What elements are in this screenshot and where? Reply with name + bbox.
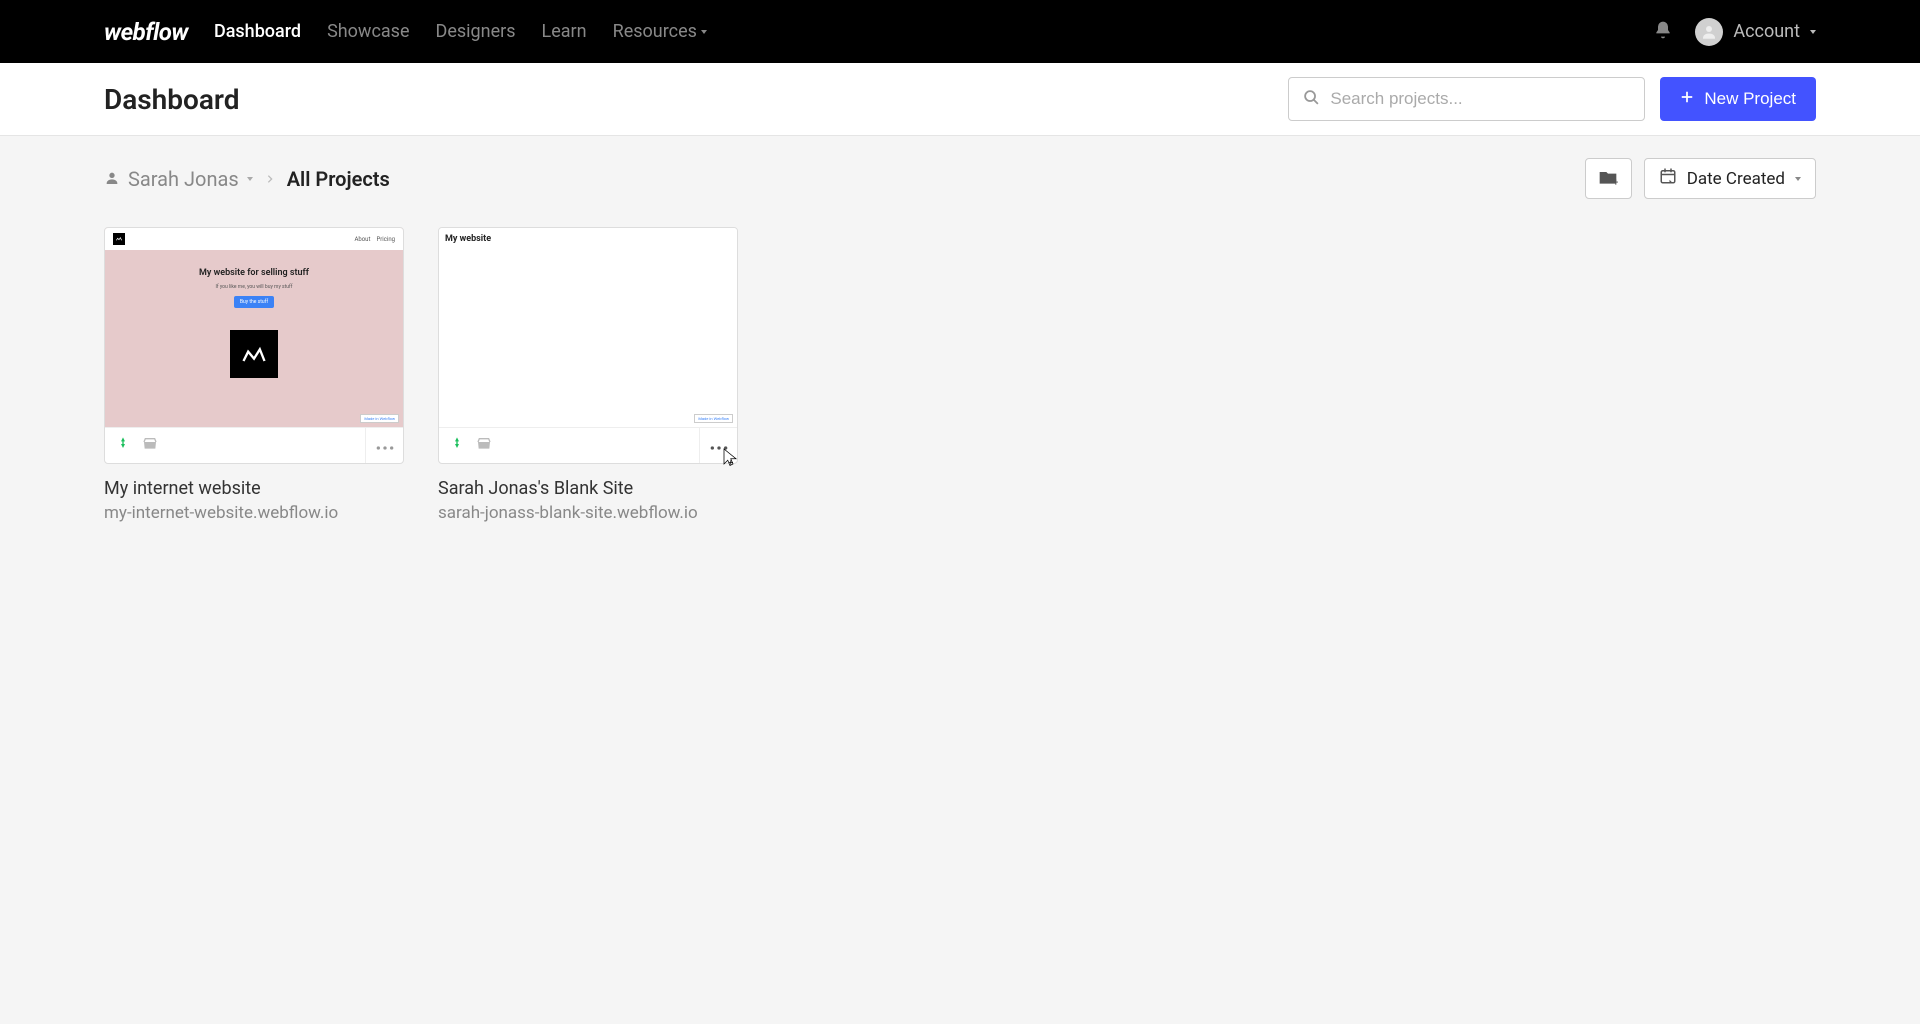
- chevron-down-icon: [701, 30, 707, 34]
- folder-plus-icon: +: [1598, 168, 1618, 190]
- breadcrumb-current: All Projects: [287, 167, 390, 191]
- ecommerce-icon: [141, 436, 159, 456]
- nav-resources-label: Resources: [613, 21, 697, 42]
- made-in-badge: Made in Webflow: [360, 414, 399, 423]
- logo[interactable]: webflow: [104, 18, 188, 46]
- projects-grid: About Pricing My website for selling stu…: [0, 199, 1920, 551]
- project-url: my-internet-website.webflow.io: [104, 503, 404, 523]
- top-nav-right: Account: [1653, 18, 1816, 46]
- calendar-icon: [1659, 167, 1677, 190]
- sort-label: Date Created: [1687, 169, 1785, 189]
- ecommerce-icon: [475, 436, 493, 456]
- breadcrumb: Sarah Jonas All Projects: [104, 167, 390, 191]
- nav-designers[interactable]: Designers: [436, 21, 516, 42]
- nav-resources[interactable]: Resources: [613, 21, 707, 42]
- project-more-button[interactable]: [699, 428, 737, 463]
- more-horizontal-icon: [709, 436, 729, 455]
- top-nav: webflow Dashboard Showcase Designers Lea…: [0, 0, 1920, 63]
- nav-showcase[interactable]: Showcase: [327, 21, 409, 42]
- avatar: [1695, 18, 1723, 46]
- thumb-body: My website for selling stuff If you like…: [105, 250, 403, 378]
- new-folder-button[interactable]: +: [1585, 158, 1632, 199]
- thumb-subtitle: If you like me, you will buy my stuff: [215, 284, 292, 290]
- project-thumbnail[interactable]: My website Made in Webflow: [439, 228, 737, 427]
- nav-dashboard[interactable]: Dashboard: [214, 21, 301, 42]
- thumb-mini-nav: About Pricing: [354, 236, 395, 243]
- chevron-down-icon: [1810, 30, 1816, 34]
- new-project-label: New Project: [1704, 89, 1796, 109]
- top-nav-left: webflow Dashboard Showcase Designers Lea…: [104, 18, 707, 46]
- account-menu[interactable]: Account: [1695, 18, 1816, 46]
- project-status-icons: [449, 436, 493, 456]
- page-title: Dashboard: [104, 83, 240, 116]
- project-card[interactable]: About Pricing My website for selling stu…: [104, 227, 404, 523]
- made-in-badge: Made in Webflow: [694, 414, 733, 423]
- search-input[interactable]: [1330, 89, 1630, 109]
- workspace-name: Sarah Jonas: [128, 167, 239, 191]
- new-project-button[interactable]: New Project: [1660, 77, 1816, 121]
- nav-learn[interactable]: Learn: [542, 21, 587, 42]
- account-label: Account: [1733, 21, 1800, 42]
- plus-icon: [1680, 89, 1694, 109]
- sort-selector[interactable]: Date Created: [1644, 158, 1816, 199]
- chevron-down-icon: [1795, 177, 1801, 181]
- thumb-nav-item: Pricing: [376, 236, 395, 243]
- page-header: Dashboard New Project: [0, 63, 1920, 136]
- thumb-title: My website: [445, 234, 491, 244]
- project-card-footer: [105, 427, 403, 463]
- header-actions: New Project: [1288, 77, 1816, 121]
- thumb-logo-big: [230, 330, 278, 378]
- chevron-right-icon: [265, 167, 275, 191]
- project-thumbnail-frame: About Pricing My website for selling stu…: [104, 227, 404, 464]
- project-card[interactable]: My website Made in Webflow: [438, 227, 738, 523]
- thumb-cta: Buy the stuff: [234, 296, 274, 308]
- workspace-selector[interactable]: Sarah Jonas: [104, 167, 253, 191]
- project-thumbnail-frame: My website Made in Webflow: [438, 227, 738, 464]
- thumb-nav-item: About: [354, 236, 370, 243]
- publish-status-icon: [449, 436, 465, 456]
- thumb-mini-logo: [113, 233, 125, 245]
- more-horizontal-icon: [375, 436, 395, 455]
- search-box[interactable]: [1288, 77, 1645, 121]
- project-name: My internet website: [104, 478, 404, 499]
- project-name: Sarah Jonas's Blank Site: [438, 478, 738, 499]
- nav-links: Dashboard Showcase Designers Learn Resou…: [214, 21, 707, 42]
- project-more-button[interactable]: [365, 428, 403, 463]
- bell-icon[interactable]: [1653, 20, 1673, 44]
- chevron-down-icon: [247, 177, 253, 181]
- thumb-mini-header: About Pricing: [105, 228, 403, 250]
- project-status-icons: [115, 436, 159, 456]
- project-thumbnail[interactable]: About Pricing My website for selling stu…: [105, 228, 403, 427]
- project-card-footer: [439, 427, 737, 463]
- svg-text:+: +: [1613, 177, 1618, 186]
- toolbar: Sarah Jonas All Projects + Date Created: [0, 136, 1920, 199]
- search-icon: [1303, 89, 1320, 110]
- toolbar-right: + Date Created: [1585, 158, 1816, 199]
- publish-status-icon: [115, 436, 131, 456]
- thumb-title: My website for selling stuff: [199, 268, 309, 278]
- person-icon: [104, 167, 120, 191]
- project-url: sarah-jonass-blank-site.webflow.io: [438, 503, 738, 523]
